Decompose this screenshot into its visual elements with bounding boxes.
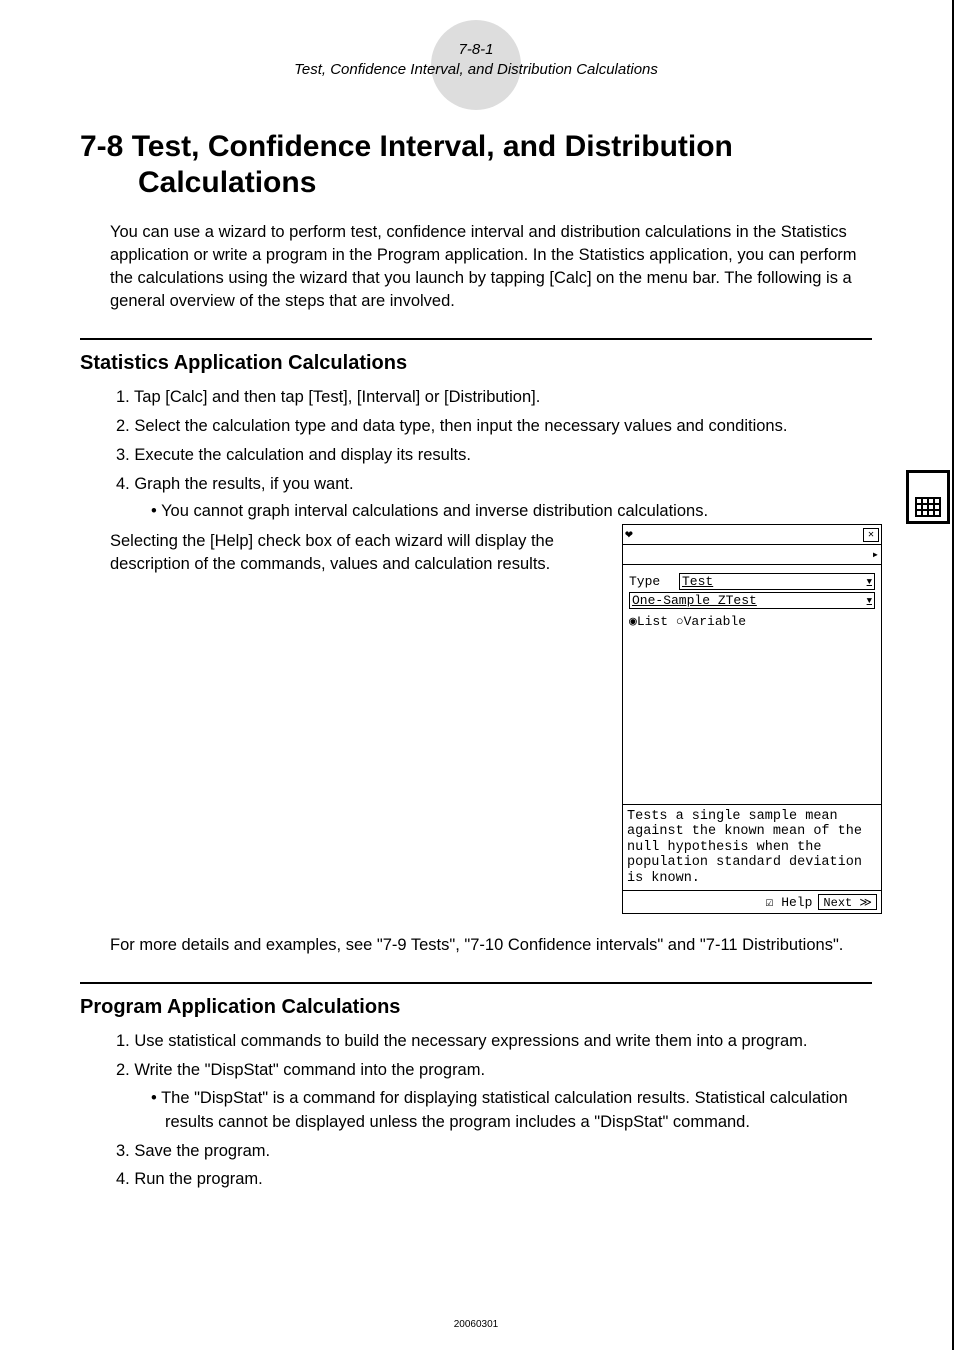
section1-heading: Statistics Application Calculations (80, 338, 872, 375)
toolbar-arrow-icon[interactable]: ▸ (872, 547, 879, 562)
page-ref: 7-8-1 (458, 41, 493, 58)
type-label: Type (629, 574, 671, 589)
calculator-icon[interactable] (906, 470, 950, 524)
next-button[interactable]: Next ≫ (818, 894, 877, 910)
section2-step1: 1. Use statistical commands to build the… (80, 1029, 872, 1054)
section1-step4: 4. Graph the results, if you want. (80, 472, 872, 497)
type-value: Test (682, 574, 713, 589)
section1-step3: 3. Execute the calculation and display i… (80, 443, 872, 468)
section2-heading: Program Application Calculations (80, 982, 872, 1019)
section2-step3: 3. Save the program. (80, 1139, 872, 1164)
page-title: 7-8 Test, Confidence Interval, and Distr… (80, 129, 872, 201)
subtype-select[interactable]: One-Sample ZTest ▼ (629, 592, 875, 609)
wizard-menu-icon[interactable]: ❤ (625, 527, 633, 542)
type-select[interactable]: Test ▼ (679, 573, 875, 590)
help-checkbox[interactable]: ☑ Help (766, 895, 813, 910)
radio-row[interactable]: ◉List ○Variable (629, 614, 875, 629)
title-main-line2: Calculations (80, 165, 872, 201)
section1-step1: 1. Tap [Calc] and then tap [Test], [Inte… (80, 385, 872, 410)
chevron-down-icon: ▼ (867, 577, 872, 587)
wizard-screenshot: ❤ ✕ ▸ Type Test ▼ One-Sample ZTest ▼ (622, 524, 882, 914)
wizard-footer: ☑ Help Next ≫ (623, 891, 881, 913)
intro-paragraph: You can use a wizard to perform test, co… (80, 221, 872, 313)
section2-bullet: • The "DispStat" is a command for displa… (80, 1087, 872, 1135)
page-subtitle: Test, Confidence Interval, and Distribut… (294, 61, 658, 78)
chevron-down-icon: ▼ (867, 596, 872, 606)
wizard-titlebar: ❤ ✕ (623, 525, 881, 545)
close-icon[interactable]: ✕ (863, 528, 879, 542)
subtype-value: One-Sample ZTest (632, 593, 757, 608)
wizard-toolbar: ▸ (623, 545, 881, 565)
section1-step2: 2. Select the calculation type and data … (80, 414, 872, 439)
title-prefix: 7-8 (80, 130, 123, 163)
help-text: Selecting the [Help] check box of each w… (80, 530, 612, 576)
more-details: For more details and examples, see "7-9 … (80, 934, 872, 957)
section2-step2: 2. Write the "DispStat" command into the… (80, 1058, 872, 1083)
footer-number: 20060301 (454, 1319, 499, 1330)
section2-step4: 4. Run the program. (80, 1167, 872, 1192)
wizard-help-text: Tests a single sample mean against the k… (623, 804, 881, 892)
page-header: 7-8-1 Test, Confidence Interval, and Dis… (80, 40, 872, 79)
section1-bullet: • You cannot graph interval calculations… (80, 500, 872, 524)
title-main-line1: Test, Confidence Interval, and Distribut… (132, 130, 733, 163)
wizard-body: Type Test ▼ One-Sample ZTest ▼ ◉List ○Va… (623, 565, 881, 803)
